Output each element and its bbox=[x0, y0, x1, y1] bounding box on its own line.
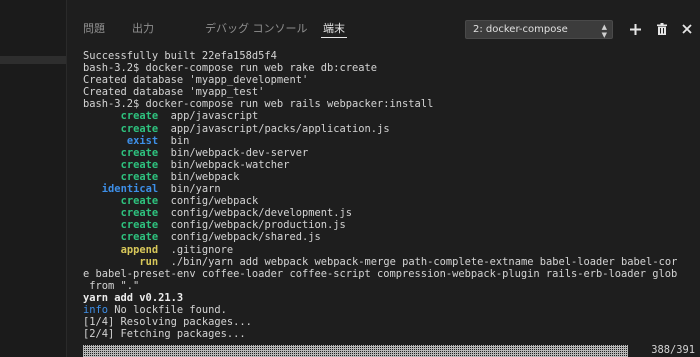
terminal-text: Created database 'myapp_development' bbox=[83, 74, 309, 87]
terminal-keyword: identical bbox=[101, 183, 159, 196]
terminal-line: Created database 'myapp_test' bbox=[83, 86, 695, 98]
terminal-line: create bin/webpack-dev-server bbox=[83, 147, 695, 159]
terminal-text: yarn add v0.21.3 bbox=[83, 291, 184, 304]
new-terminal-button[interactable] bbox=[627, 20, 643, 38]
editor-line-highlight bbox=[0, 56, 66, 64]
terminal-line: create app/javascript bbox=[83, 110, 695, 122]
tab-terminal[interactable]: 端末 bbox=[321, 20, 347, 38]
terminal-select-value: 2: docker-compose bbox=[473, 24, 568, 35]
terminal-path: config/webpack/shared.js bbox=[170, 231, 321, 244]
terminal-line: info No lockfile found. bbox=[83, 304, 695, 316]
terminal-line: create config/webpack bbox=[83, 195, 695, 207]
terminal-keyword: create bbox=[120, 146, 159, 159]
terminal-line: run ./bin/yarn add webpack webpack-merge… bbox=[83, 256, 695, 268]
trash-icon bbox=[657, 23, 667, 35]
terminal-text: Successfully built 22efa158d5f4 bbox=[83, 50, 277, 62]
terminal-line: append .gitignore bbox=[83, 244, 695, 256]
terminal-line: bash-3.2$ docker-compose run web rails w… bbox=[83, 98, 695, 110]
terminal-path: bin/webpack-dev-server bbox=[170, 146, 309, 159]
terminal-line: e babel-preset-env coffee-loader coffee-… bbox=[83, 268, 695, 280]
terminal-path: bin/yarn bbox=[170, 183, 221, 196]
terminal-text: [1/4] Resolving packages... bbox=[83, 316, 252, 329]
terminal-line: create bin/webpack-watcher bbox=[83, 159, 695, 171]
terminal-line: create config/webpack/development.js bbox=[83, 207, 695, 219]
kill-terminal-button[interactable] bbox=[654, 20, 670, 38]
terminal-select[interactable]: 2: docker-compose ▲ ▼ bbox=[465, 20, 613, 39]
terminal-line: exist bin bbox=[83, 135, 695, 147]
terminal-keyword: create bbox=[120, 195, 159, 208]
progress-count: 388/391 bbox=[649, 344, 695, 356]
terminal-panel: 問題 出力 デバッグ コンソール 端末 2: docker-compose ▲ ▼ bbox=[66, 0, 700, 357]
terminal-line: create bin/webpack bbox=[83, 171, 695, 183]
terminal-path: ./bin/yarn add webpack webpack-merge pat… bbox=[170, 255, 678, 268]
terminal-text: Created database 'myapp_test' bbox=[83, 86, 265, 99]
chevron-updown-icon: ▲ ▼ bbox=[601, 23, 607, 39]
terminal-keyword: create bbox=[120, 170, 159, 183]
terminal-text: [2/4] Fetching packages... bbox=[83, 328, 246, 341]
terminal-keyword: append bbox=[120, 243, 159, 256]
terminal-line: from "." bbox=[83, 280, 695, 292]
terminal-keyword: run bbox=[139, 255, 159, 268]
editor-area bbox=[0, 0, 66, 357]
terminal-path: bin/webpack bbox=[170, 170, 240, 183]
terminal-line: create config/webpack/shared.js bbox=[83, 231, 695, 243]
terminal-text: from "." bbox=[83, 279, 140, 292]
terminal-text: e babel-preset-env coffee-loader coffee-… bbox=[83, 267, 678, 280]
progress-bar bbox=[83, 345, 628, 357]
tab-problems[interactable]: 問題 bbox=[83, 20, 105, 36]
terminal-info-label: info bbox=[83, 303, 109, 316]
terminal-line: [1/4] Resolving packages... bbox=[83, 316, 695, 328]
plus-icon bbox=[629, 23, 641, 35]
terminal-line: identical bin/yarn bbox=[83, 183, 695, 195]
terminal-path: app/javascript bbox=[170, 110, 259, 123]
terminal-keyword: create bbox=[120, 219, 159, 232]
terminal-text: bash-3.2$ docker-compose run web rails w… bbox=[83, 98, 434, 111]
tab-output[interactable]: 出力 bbox=[132, 20, 154, 36]
terminal-path: config/webpack bbox=[170, 195, 259, 208]
terminal-line: create app/javascript/packs/application.… bbox=[83, 123, 695, 135]
close-panel-button[interactable] bbox=[679, 20, 695, 38]
terminal-line: bash-3.2$ docker-compose run web rake db… bbox=[83, 62, 695, 74]
terminal-keyword: create bbox=[120, 122, 159, 135]
terminal-line: create config/webpack/production.js bbox=[83, 219, 695, 231]
terminal-path: bin/webpack-watcher bbox=[170, 158, 290, 171]
terminal-path: config/webpack/development.js bbox=[170, 207, 353, 220]
terminal-path: bin bbox=[170, 134, 190, 147]
tab-debug-console[interactable]: デバッグ コンソール bbox=[205, 20, 308, 36]
terminal-text: No lockfile found. bbox=[114, 303, 227, 316]
close-icon bbox=[682, 24, 692, 34]
terminal-path: app/javascript/packs/application.js bbox=[170, 122, 390, 135]
terminal-line: Successfully built 22efa158d5f4 bbox=[83, 50, 695, 62]
terminal-line: Created database 'myapp_development' bbox=[83, 74, 695, 86]
terminal-keyword: exist bbox=[126, 134, 159, 147]
progress-line: 388/391 bbox=[83, 344, 695, 357]
terminal-keyword: create bbox=[120, 158, 159, 171]
terminal-keyword: create bbox=[120, 231, 159, 244]
terminal-text: bash-3.2$ docker-compose run web rake db… bbox=[83, 62, 378, 75]
terminal-path: .gitignore bbox=[170, 243, 234, 256]
terminal-keyword: create bbox=[120, 207, 159, 220]
terminal-line: [2/4] Fetching packages... bbox=[83, 328, 695, 340]
panel-header: 問題 出力 デバッグ コンソール 端末 2: docker-compose ▲ ▼ bbox=[67, 0, 700, 40]
terminal-path: config/webpack/production.js bbox=[170, 219, 346, 232]
terminal-output[interactable]: Successfully built 22efa158d5f4 bash-3.2$… bbox=[83, 50, 695, 340]
terminal-line: yarn add v0.21.3 bbox=[83, 292, 695, 304]
terminal-keyword: create bbox=[120, 110, 159, 123]
